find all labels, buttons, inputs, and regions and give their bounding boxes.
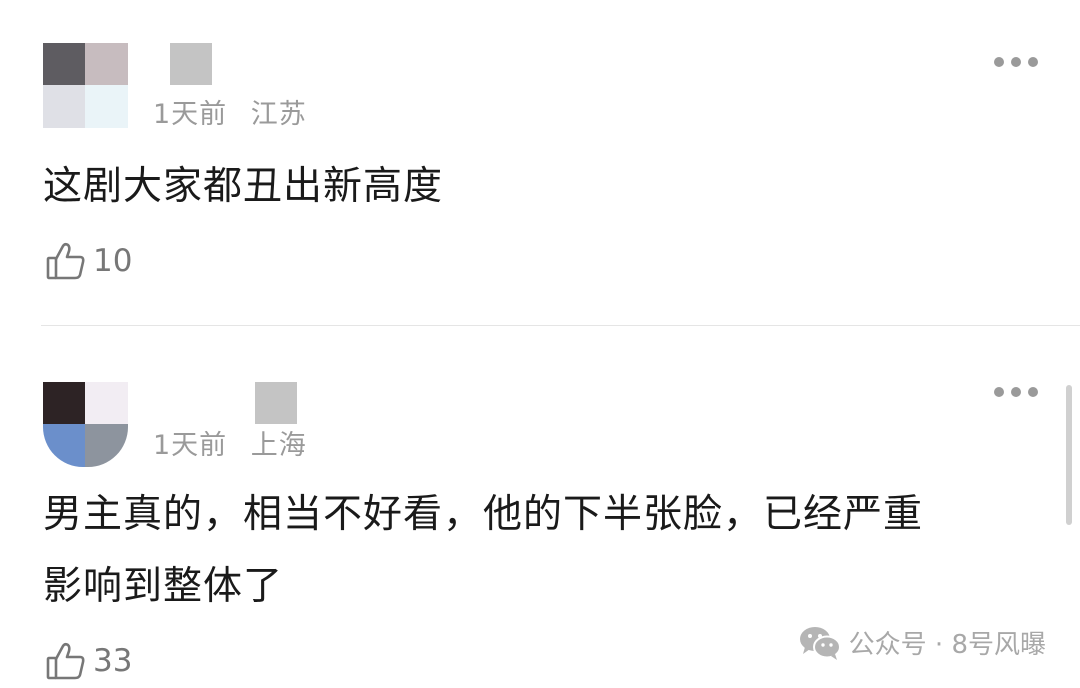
dot-icon — [1011, 387, 1021, 397]
comment-item: 1天前 江苏 这剧大家都丑出新高度 10 — [0, 0, 1080, 326]
comment-list: 1天前 江苏 这剧大家都丑出新高度 10 1天前 上海 男主真的，相当不好看，他… — [0, 0, 1080, 688]
more-options-button[interactable] — [994, 387, 1038, 397]
scrollbar[interactable] — [1066, 385, 1072, 525]
like-button[interactable]: 33 — [45, 640, 132, 682]
divider — [41, 325, 1080, 326]
thumbs-up-icon — [46, 242, 85, 280]
avatar-quadrant — [43, 85, 85, 128]
dot-icon — [1011, 57, 1021, 67]
comment-text: 男主真的，相当不好看，他的下半张脸，已经严重 影响到整体了 — [43, 492, 924, 609]
avatar-quadrant — [43, 43, 85, 85]
avatar[interactable] — [43, 382, 128, 467]
watermark: 公众号 · 8号风曝 — [799, 624, 1046, 661]
wechat-icon — [799, 626, 841, 660]
avatar-quadrant — [85, 424, 128, 467]
comment-location: 上海 — [250, 430, 307, 461]
username-redacted[interactable] — [170, 43, 212, 85]
comment-time: 1天前 — [153, 99, 228, 130]
watermark-text: 公众号 · 8号风曝 — [848, 630, 1046, 660]
comment-text: 这剧大家都丑出新高度 — [43, 164, 444, 209]
avatar[interactable] — [43, 43, 128, 128]
dot-icon — [1028, 57, 1038, 67]
avatar-quadrant — [85, 382, 128, 424]
avatar-quadrant — [85, 43, 128, 85]
avatar-quadrant — [43, 424, 85, 467]
avatar-quadrant — [85, 85, 128, 128]
comment-meta: 1天前 江苏 — [153, 92, 307, 131]
avatar-quadrant — [43, 382, 85, 424]
like-count: 33 — [93, 643, 133, 679]
thumbs-up-icon — [46, 642, 85, 680]
dot-icon — [994, 57, 1004, 67]
more-options-button[interactable] — [994, 57, 1038, 67]
comment-meta: 1天前 上海 — [153, 423, 307, 462]
like-count: 10 — [93, 243, 133, 279]
comment-time: 1天前 — [153, 430, 228, 461]
dot-icon — [1028, 387, 1038, 397]
like-button[interactable]: 10 — [45, 240, 132, 282]
dot-icon — [994, 387, 1004, 397]
comment-location: 江苏 — [250, 99, 307, 130]
username-redacted[interactable] — [255, 382, 297, 424]
